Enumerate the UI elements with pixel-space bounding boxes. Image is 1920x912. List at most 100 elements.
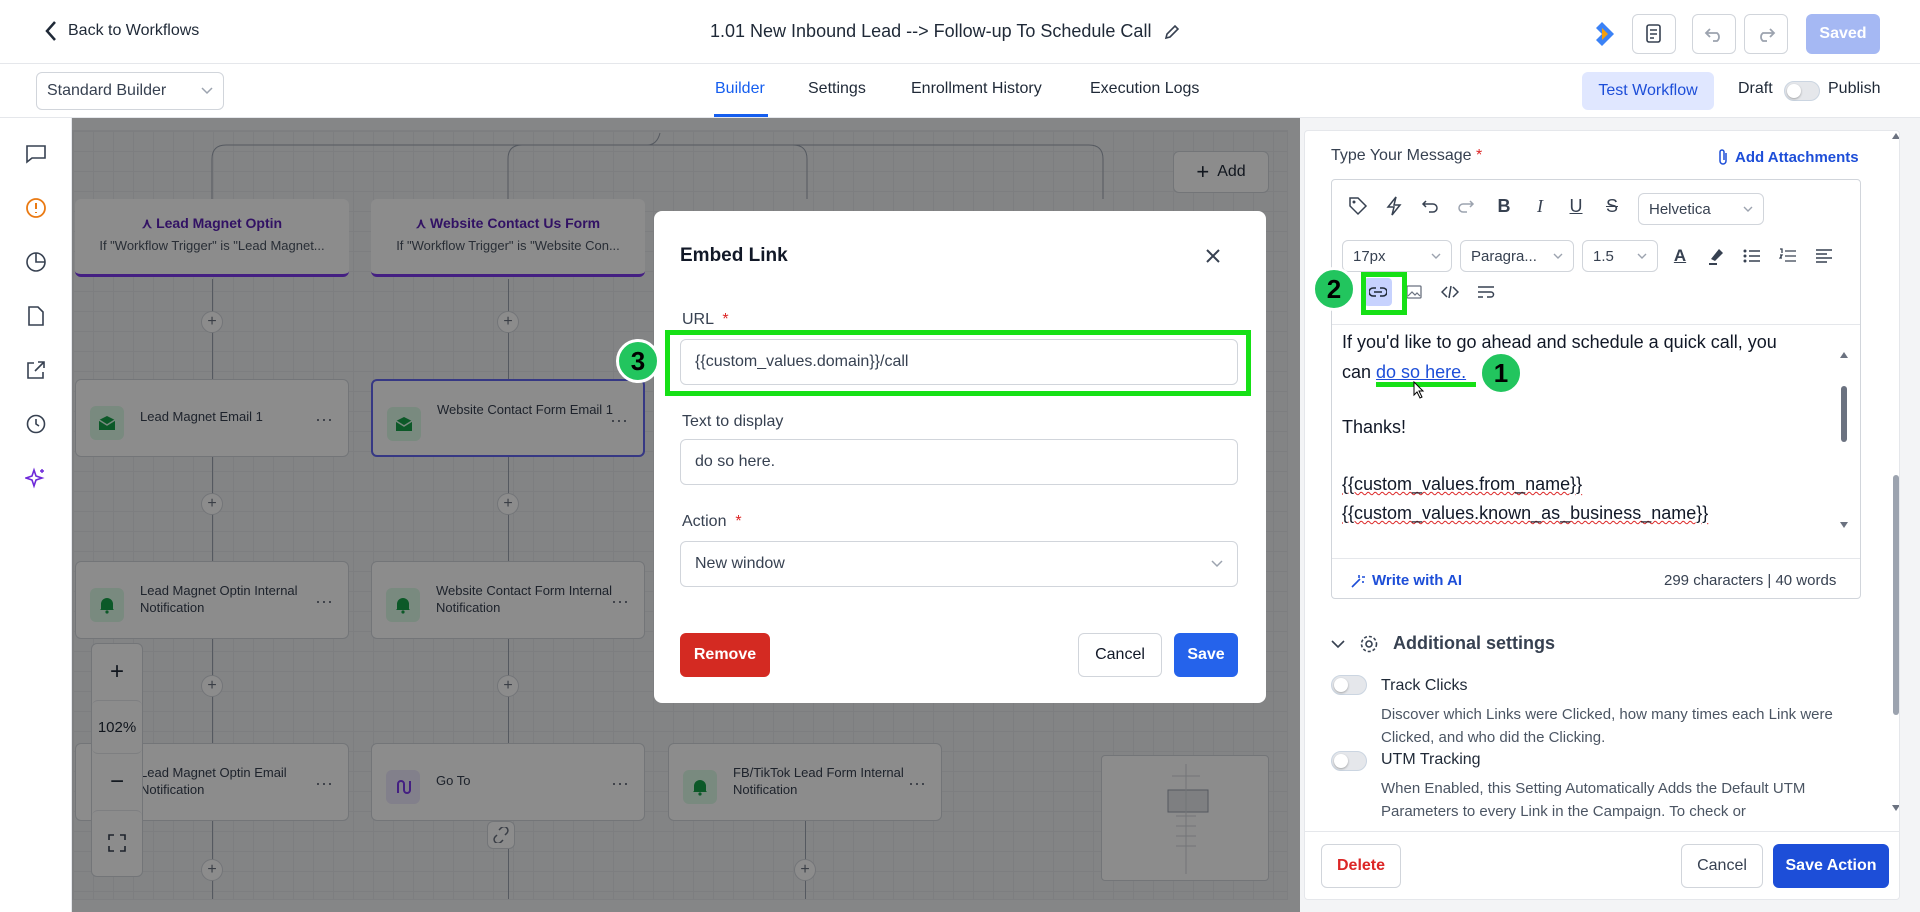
line-height-value: 1.5 [1593, 247, 1614, 265]
paragraph-select[interactable]: Paragra... [1460, 240, 1574, 272]
save-button[interactable]: Save [1174, 633, 1238, 677]
track-clicks-description: Discover which Links were Clicked, how m… [1381, 706, 1833, 746]
bolt-icon[interactable] [1380, 192, 1408, 220]
body-link[interactable]: do so here. [1376, 362, 1466, 382]
step-badge: 1 [1479, 351, 1523, 395]
undo-icon[interactable] [1416, 192, 1444, 220]
body-from-name: {{custom_values.from_name}} [1342, 474, 1583, 494]
workflow-title: 1.01 New Inbound Lead --> Follow-up To S… [710, 21, 1152, 41]
step-badge: 2 [1312, 267, 1356, 311]
paperclip-icon [1717, 148, 1729, 166]
embed-link-modal: Embed Link URL * {{custom_values.domain}… [654, 211, 1266, 703]
tab-execution-logs[interactable]: Execution Logs [1090, 80, 1199, 98]
body-line: If you'd like to go ahead and schedule a… [1342, 334, 1777, 352]
text-wrap-icon[interactable] [1472, 278, 1500, 306]
tab-enrollment-history[interactable]: Enrollment History [911, 80, 1042, 98]
remove-button[interactable]: Remove [680, 633, 770, 677]
bullet-list-icon[interactable] [1738, 242, 1766, 270]
cancel-button[interactable]: Cancel [1681, 844, 1763, 888]
logo-icon [1588, 20, 1616, 48]
history-icon[interactable] [24, 412, 48, 436]
italic-icon[interactable]: I [1526, 192, 1554, 220]
editor-scrollbar[interactable] [1837, 340, 1851, 540]
close-icon[interactable] [1204, 247, 1222, 265]
divider [1332, 558, 1860, 559]
saved-button[interactable]: Saved [1806, 14, 1880, 54]
action-select[interactable]: New window [680, 541, 1238, 587]
builder-select-value: Standard Builder [47, 82, 167, 99]
action-select-value: New window [695, 555, 785, 572]
tab-builder[interactable]: Builder [715, 80, 765, 98]
chevron-down-icon [201, 87, 213, 95]
delete-button[interactable]: Delete [1321, 844, 1401, 888]
step-badge: 3 [616, 339, 660, 383]
text-color-icon[interactable]: A [1666, 242, 1694, 270]
publish-toggle[interactable] [1784, 81, 1820, 101]
chevron-down-icon [1211, 560, 1223, 568]
code-icon[interactable] [1436, 278, 1464, 306]
action-panel: Type Your Message * Add Attachments B I … [1304, 130, 1900, 900]
highlight-box [665, 330, 1251, 396]
sub-bar: Standard Builder Builder Settings Enroll… [0, 64, 1920, 118]
alert-icon[interactable] [24, 196, 48, 220]
chevron-down-icon [1553, 253, 1563, 259]
editor-box: B I U S Helvetica 17px Paragra... 1.5 A … [1331, 179, 1861, 599]
action-label: Action * [682, 513, 742, 530]
chevron-down-icon [1637, 253, 1647, 259]
magic-wand-icon [1350, 573, 1366, 589]
external-link-icon[interactable] [24, 358, 48, 382]
chat-icon[interactable] [24, 142, 48, 166]
document-icon[interactable] [1632, 14, 1676, 54]
builder-select[interactable]: Standard Builder [36, 72, 224, 110]
additional-settings-label: Additional settings [1393, 633, 1555, 653]
sparkle-icon[interactable] [24, 466, 48, 490]
chevron-left-icon [44, 20, 58, 42]
tab-settings[interactable]: Settings [808, 80, 866, 98]
tag-icon[interactable] [1344, 192, 1372, 220]
chevron-down-icon [1331, 639, 1345, 649]
utm-tracking-description: When Enabled, this Setting Automatically… [1381, 780, 1806, 820]
panel-footer: Delete Cancel Save Action [1305, 831, 1899, 899]
save-action-button[interactable]: Save Action [1773, 844, 1889, 888]
font-size-select[interactable]: 17px [1342, 240, 1452, 272]
pie-chart-icon[interactable] [24, 250, 48, 274]
paragraph-value: Paragra... [1471, 247, 1537, 265]
body-text: can [1342, 362, 1377, 382]
utm-tracking-toggle[interactable] [1331, 751, 1367, 771]
underline-icon[interactable]: U [1562, 192, 1590, 220]
cancel-button[interactable]: Cancel [1078, 633, 1162, 677]
tab-underline [714, 114, 768, 117]
track-clicks-title: Track Clicks [1381, 677, 1468, 694]
message-label: Type Your Message * [1331, 147, 1483, 164]
align-left-icon[interactable] [1810, 242, 1838, 270]
additional-settings-toggle[interactable]: Additional settings [1331, 633, 1555, 654]
back-to-workflows[interactable]: Back to Workflows [44, 20, 199, 42]
url-label: URL * [682, 311, 729, 328]
gear-icon [1359, 634, 1379, 654]
back-label: Back to Workflows [68, 22, 200, 39]
left-rail [0, 118, 72, 912]
font-family-select[interactable]: Helvetica [1638, 193, 1764, 225]
test-workflow-button[interactable]: Test Workflow [1582, 72, 1714, 110]
strikethrough-icon[interactable]: S [1598, 192, 1626, 220]
numbered-list-icon[interactable] [1774, 242, 1802, 270]
add-attachments-link[interactable]: Add Attachments [1717, 148, 1859, 166]
panel-scrollbar[interactable] [1891, 131, 1899, 831]
chevron-down-icon [1431, 253, 1441, 259]
bold-icon[interactable]: B [1490, 192, 1518, 220]
pencil-icon[interactable] [1163, 23, 1181, 41]
chevron-down-icon [1743, 206, 1753, 212]
add-attachments-label: Add Attachments [1735, 148, 1859, 166]
track-clicks-toggle[interactable] [1331, 675, 1367, 695]
write-with-ai-button[interactable]: Write with AI [1350, 572, 1462, 589]
highlighter-icon[interactable] [1702, 242, 1730, 270]
redo-icon[interactable] [1744, 14, 1788, 54]
redo-icon[interactable] [1452, 192, 1480, 220]
undo-icon[interactable] [1692, 14, 1736, 54]
text-to-display-input[interactable]: do so here. [680, 439, 1238, 485]
publish-label: Publish [1828, 80, 1881, 97]
font-family-value: Helvetica [1649, 200, 1711, 218]
message-body[interactable]: If you'd like to go ahead and schedule a… [1342, 334, 1822, 528]
line-height-select[interactable]: 1.5 [1582, 240, 1658, 272]
file-icon[interactable] [24, 304, 48, 328]
